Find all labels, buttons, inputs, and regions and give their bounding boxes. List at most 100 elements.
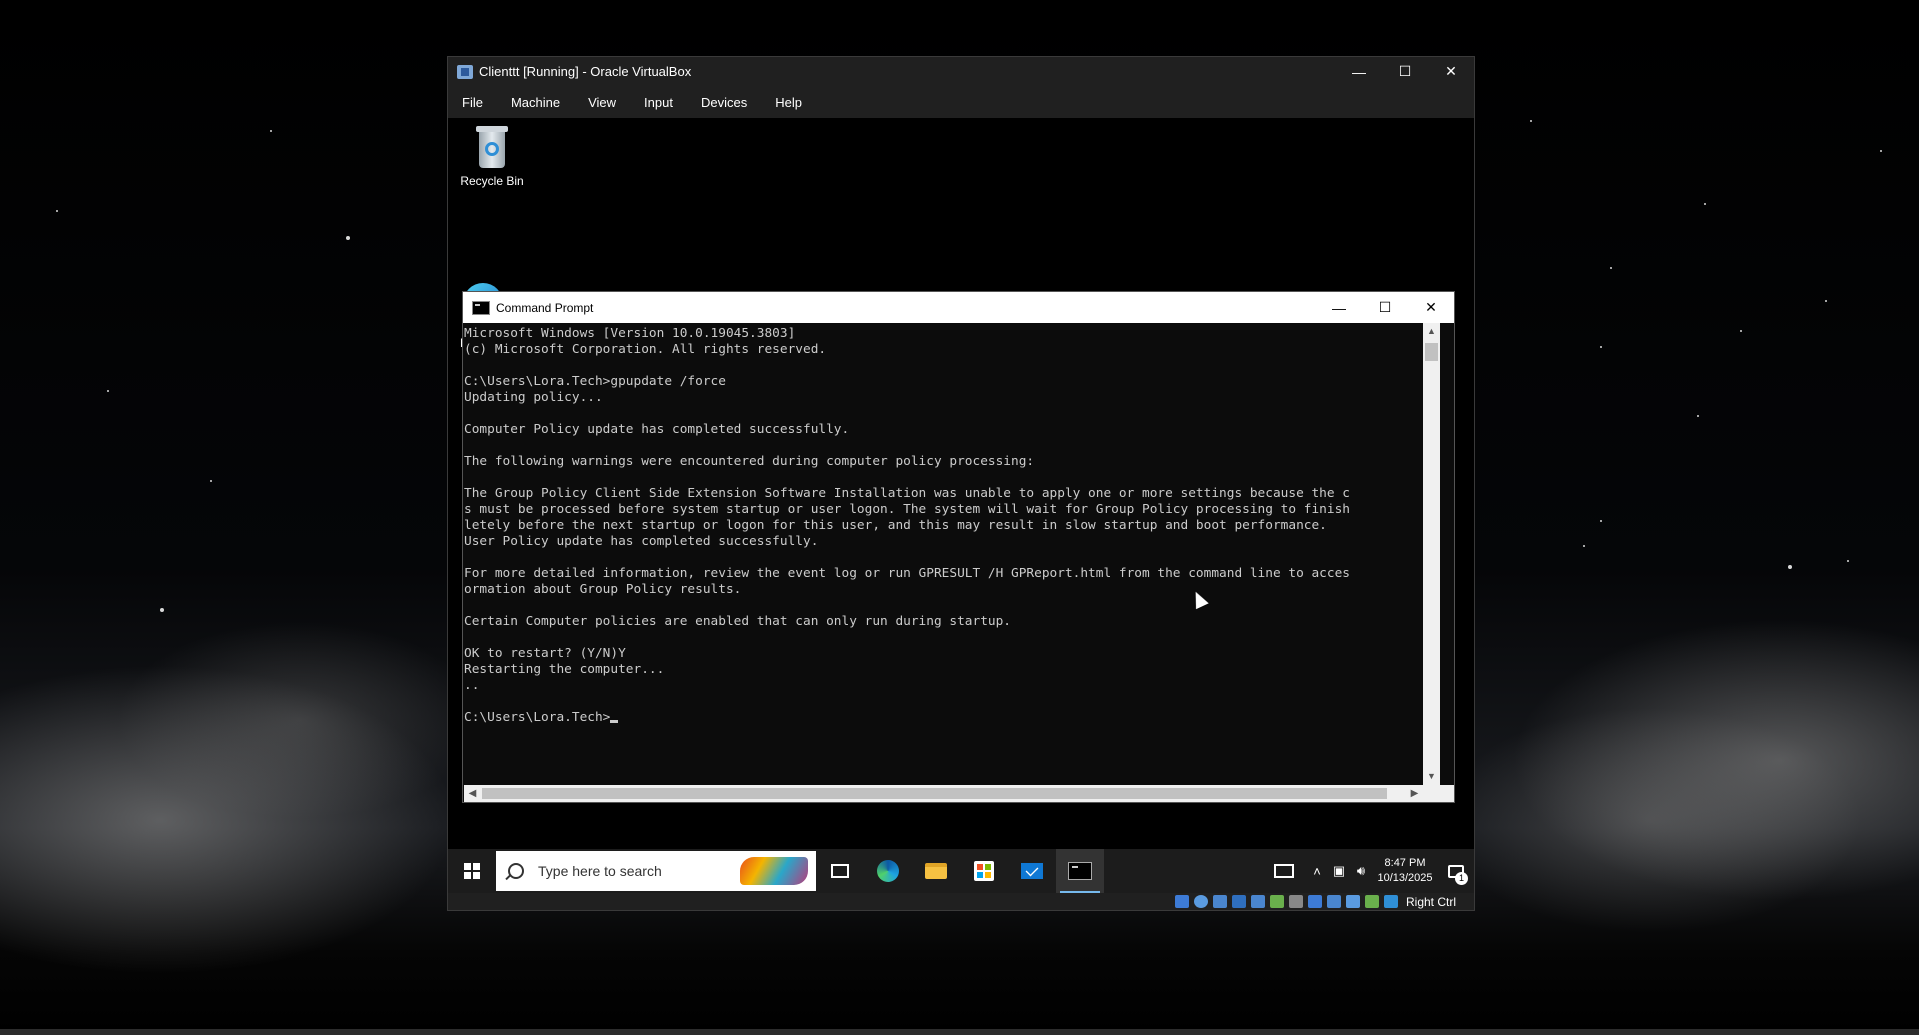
folder-icon <box>925 863 947 879</box>
mail-icon <box>1021 863 1043 879</box>
clock-date: 10/13/2025 <box>1377 872 1433 884</box>
taskbar-store[interactable] <box>960 849 1008 893</box>
virtualbox-statusbar: Right Ctrl <box>448 893 1474 910</box>
maximize-button[interactable]: ☐ <box>1382 57 1428 86</box>
mouse-integration-icon[interactable] <box>1383 895 1398 908</box>
recording-icon[interactable] <box>1307 895 1322 908</box>
scroll-left-arrow-icon[interactable]: ◀ <box>464 785 481 802</box>
news-icon <box>1274 864 1294 878</box>
menu-view[interactable]: View <box>574 95 630 110</box>
notification-count: 1 <box>1455 872 1468 885</box>
menu-input[interactable]: Input <box>630 95 687 110</box>
console-line: (c) Microsoft Corporation. All rights re… <box>464 342 827 357</box>
taskbar-mail[interactable] <box>1008 849 1056 893</box>
taskbar-clock[interactable]: 8:47 PM 10/13/2025 <box>1372 856 1438 886</box>
search-icon <box>508 863 524 879</box>
close-button[interactable]: ✕ <box>1428 57 1474 86</box>
guest-additions-icon[interactable] <box>1364 895 1379 908</box>
edge-icon <box>877 860 899 882</box>
scroll-up-arrow-icon[interactable]: ▲ <box>1423 323 1440 340</box>
speaker-icon: 🔊︎ <box>1356 863 1366 878</box>
console-prompt: C:\Users\Lora.Tech> <box>464 710 1423 726</box>
menu-file[interactable]: File <box>448 95 497 110</box>
cmd-minimize-button[interactable]: — <box>1316 292 1362 323</box>
command-prompt-title: Command Prompt <box>496 300 594 315</box>
virtualbox-menubar: File Machine View Input Devices Help <box>448 86 1474 118</box>
taskbar-file-explorer[interactable] <box>912 849 960 893</box>
text-cursor <box>610 720 619 723</box>
scroll-right-arrow-icon[interactable]: ▶ <box>1406 785 1423 802</box>
cpu-icon[interactable] <box>1345 895 1360 908</box>
console-line: s must be processed before system startu… <box>464 502 1351 517</box>
chevron-up-icon: ˄ <box>1313 863 1321 879</box>
command-prompt-window: Command Prompt — ☐ ✕ Microsoft Windows [… <box>463 292 1454 802</box>
scroll-down-arrow-icon[interactable]: ▼ <box>1423 768 1440 785</box>
console-line: Restarting the computer... <box>464 662 665 677</box>
hard-disk-icon[interactable] <box>1174 895 1189 908</box>
console-line: User Policy update has completed success… <box>464 534 819 549</box>
console-output[interactable]: Microsoft Windows [Version 10.0.19045.38… <box>464 323 1423 771</box>
task-view-icon <box>831 864 849 878</box>
cmd-close-button[interactable]: ✕ <box>1408 292 1454 323</box>
console-line: The Group Policy Client Side Extension S… <box>464 486 1351 501</box>
command-prompt-icon <box>472 300 490 315</box>
taskbar-command-prompt[interactable] <box>1056 849 1104 893</box>
console-line: The following warnings were encountered … <box>464 454 1035 469</box>
console-line: Updating policy... <box>464 390 603 405</box>
window-title: Clienttt [Running] - Oracle VirtualBox <box>479 64 692 79</box>
display-icon[interactable] <box>1288 895 1303 908</box>
virtualbox-window: Clienttt [Running] - Oracle VirtualBox —… <box>448 57 1474 910</box>
command-prompt-titlebar[interactable]: Command Prompt — ☐ ✕ <box>463 292 1454 323</box>
shared-folders-icon[interactable] <box>1269 895 1284 908</box>
recycle-bin-icon <box>474 126 510 168</box>
menu-devices[interactable]: Devices <box>687 95 761 110</box>
virtualization-icon[interactable] <box>1326 895 1341 908</box>
news-widget-button[interactable] <box>1262 849 1306 893</box>
command-prompt-taskbar-icon <box>1068 862 1092 880</box>
recycle-bin-shortcut[interactable]: Recycle Bin <box>452 126 532 188</box>
console-line: letely before the next startup or logon … <box>464 518 1327 533</box>
resize-grip[interactable] <box>1423 785 1454 802</box>
system-tray: ˄ ▣ 🔊︎ 8:47 PM 10/13/2025 1 <box>1262 849 1474 893</box>
console-line: C:\Users\Lora.Tech>gpupdate /force <box>464 374 726 389</box>
cmd-maximize-button[interactable]: ☐ <box>1362 292 1408 323</box>
menu-machine[interactable]: Machine <box>497 95 574 110</box>
windows-logo-icon <box>464 863 480 879</box>
volume-tray-button[interactable]: 🔊︎ <box>1350 849 1372 893</box>
network-adapter-icon[interactable] <box>1231 895 1246 908</box>
optical-drive-icon[interactable] <box>1193 895 1208 908</box>
taskbar-edge[interactable] <box>864 849 912 893</box>
guest-screen[interactable]: Recycle Bin Mi Command Prompt — ☐ ✕ Micr… <box>448 118 1474 910</box>
clock-time: 8:47 PM <box>1384 857 1426 869</box>
task-view-button[interactable] <box>816 849 864 893</box>
show-hidden-icons-button[interactable]: ˄ <box>1306 849 1328 893</box>
usb-icon[interactable] <box>1250 895 1265 908</box>
network-tray-button[interactable]: ▣ <box>1328 849 1350 893</box>
console-line: OK to restart? (Y/N)Y <box>464 646 626 661</box>
console-line: For more detailed information, review th… <box>464 566 1351 581</box>
taskbar: Type here to search ˄ ▣ 🔊︎ 8:47 PM 10/13… <box>448 849 1474 893</box>
menu-help[interactable]: Help <box>761 95 816 110</box>
horizontal-scroll-thumb[interactable] <box>482 788 1387 799</box>
console-line: Microsoft Windows [Version 10.0.19045.38… <box>464 326 796 341</box>
search-placeholder: Type here to search <box>538 863 662 879</box>
minimize-button[interactable]: — <box>1336 57 1382 86</box>
console-line: Computer Policy update has completed suc… <box>464 422 850 437</box>
audio-icon[interactable] <box>1212 895 1227 908</box>
vertical-scrollbar[interactable]: ▲ ▼ <box>1423 323 1440 785</box>
taskbar-search-box[interactable]: Type here to search <box>496 851 816 891</box>
vertical-scroll-thumb[interactable] <box>1425 343 1438 361</box>
recycle-bin-label: Recycle Bin <box>460 174 524 188</box>
console-line: ormation about Group Policy results. <box>464 582 742 597</box>
virtualbox-titlebar[interactable]: Clienttt [Running] - Oracle VirtualBox —… <box>448 57 1474 86</box>
horizontal-scrollbar[interactable]: ◀ ▶ <box>464 785 1423 802</box>
search-highlight-art <box>740 857 808 885</box>
start-button[interactable] <box>448 849 496 893</box>
action-center-button[interactable]: 1 <box>1438 849 1474 893</box>
